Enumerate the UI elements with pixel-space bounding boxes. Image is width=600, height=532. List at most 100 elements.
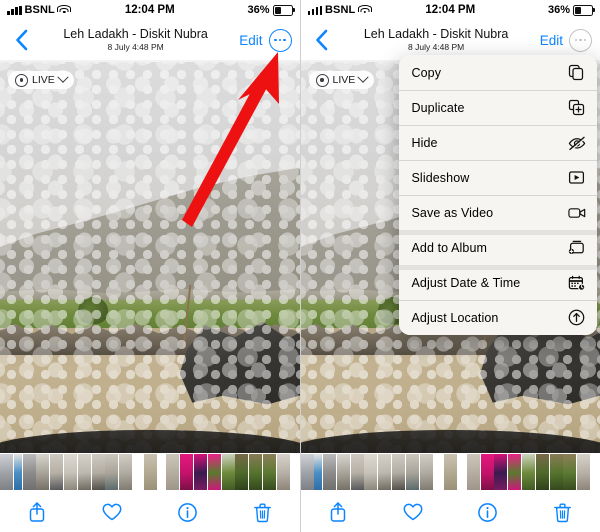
heart-icon[interactable] xyxy=(97,497,127,527)
ellipsis-circle-icon[interactable] xyxy=(268,28,292,52)
photo-viewer[interactable]: LIVE xyxy=(0,62,300,453)
filmstrip-thumbnail[interactable] xyxy=(105,454,119,490)
menu-item-slideshow[interactable]: Slideshow xyxy=(398,160,597,195)
filmstrip-thumbnail[interactable] xyxy=(221,454,235,490)
chevron-down-icon xyxy=(357,71,369,83)
edit-button[interactable]: Edit xyxy=(237,33,268,48)
menu-item-label: Adjust Date & Time xyxy=(411,275,521,290)
photo-raindrops xyxy=(0,62,300,453)
menu-item-add-to-album[interactable]: Add to Album xyxy=(398,230,597,265)
nav-bar: Leh Ladakh - Diskit Nubra 8 July 4:48 PM… xyxy=(0,20,300,60)
dual-screenshot-stage: BSNL 12:04 PM 36% Leh Ladakh - Diskit Nu… xyxy=(0,0,600,532)
context-menu[interactable]: Copy Duplicate Hide Slideshow Save as Video A… xyxy=(398,55,597,335)
filmstrip-thumbnail[interactable] xyxy=(458,454,467,490)
heart-icon[interactable] xyxy=(398,497,428,527)
filmstrip-thumbnail[interactable] xyxy=(262,454,276,490)
live-photo-badge[interactable]: LIVE xyxy=(8,71,74,89)
live-photo-icon xyxy=(315,73,329,87)
live-photo-label: LIVE xyxy=(332,74,356,86)
filmstrip-thumbnail[interactable] xyxy=(157,454,166,490)
filmstrip-thumbnail[interactable] xyxy=(143,454,157,490)
filmstrip-thumbnail[interactable] xyxy=(508,454,522,490)
filmstrip-thumbnail[interactable] xyxy=(549,454,563,490)
page-title: Leh Ladakh - Diskit Nubra xyxy=(63,27,208,42)
filmstrip-thumbnail[interactable] xyxy=(180,454,194,490)
filmstrip-thumbnail[interactable] xyxy=(419,454,433,490)
menu-item-label: Add to Album xyxy=(411,240,488,255)
filmstrip-thumbnail[interactable] xyxy=(249,454,263,490)
battery-icon xyxy=(272,4,295,16)
filmstrip-thumbnail[interactable] xyxy=(300,454,314,490)
bottom-toolbar xyxy=(300,491,600,532)
menu-item-label: Slideshow xyxy=(411,170,470,185)
filmstrip-thumbnail[interactable] xyxy=(36,454,50,490)
menu-item-label: Copy xyxy=(411,65,442,80)
menu-item-duplicate[interactable]: Duplicate xyxy=(398,90,597,125)
filmstrip-thumbnail[interactable] xyxy=(207,454,221,490)
filmstrip-thumbnail[interactable] xyxy=(13,454,22,490)
filmstrip-thumbnail[interactable] xyxy=(378,454,392,490)
filmstrip-thumbnail[interactable] xyxy=(405,454,419,490)
filmstrip-thumbnail[interactable] xyxy=(235,454,249,490)
status-bar-right: 36% xyxy=(548,4,595,16)
filmstrip-thumbnail[interactable] xyxy=(50,454,64,490)
menu-item-hide[interactable]: Hide xyxy=(398,125,597,160)
menu-item-adjust-date-time[interactable]: Adjust Date & Time xyxy=(398,265,597,300)
filmstrip-thumbnail[interactable] xyxy=(0,454,13,490)
filmstrip-thumbnail[interactable] xyxy=(563,454,577,490)
menu-item-save-as-video[interactable]: Save as Video xyxy=(398,195,597,230)
share-icon[interactable] xyxy=(22,497,52,527)
live-photo-label: LIVE xyxy=(32,74,55,86)
status-bar-left: BSNL xyxy=(307,4,372,16)
filmstrip-thumbnail[interactable] xyxy=(392,454,406,490)
edit-button[interactable]: Edit xyxy=(538,33,569,48)
video-camera-icon xyxy=(567,204,586,222)
filmstrip-thumbnail[interactable] xyxy=(535,454,549,490)
filmstrip-left[interactable] xyxy=(0,453,300,491)
live-photo-badge[interactable]: LIVE xyxy=(308,71,375,89)
filmstrip-thumbnail[interactable] xyxy=(480,454,494,490)
wifi-icon xyxy=(57,5,72,15)
filmstrip-thumbnail[interactable] xyxy=(364,454,378,490)
copy-icon xyxy=(568,64,586,82)
bottom-toolbar xyxy=(0,491,300,532)
carrier-label: BSNL xyxy=(24,4,55,16)
menu-item-label: Duplicate xyxy=(411,100,465,115)
trash-icon[interactable] xyxy=(548,497,578,527)
status-bar: BSNL 12:04 PM 36% xyxy=(301,0,600,20)
back-button[interactable] xyxy=(309,27,335,53)
add-to-album-icon xyxy=(568,239,586,257)
filmstrip-thumbnail[interactable] xyxy=(444,454,458,490)
filmstrip-right[interactable] xyxy=(300,453,600,491)
info-icon[interactable] xyxy=(172,497,202,527)
info-icon[interactable] xyxy=(473,497,503,527)
back-button[interactable] xyxy=(8,27,34,53)
filmstrip-thumbnail[interactable] xyxy=(63,454,77,490)
filmstrip-thumbnail[interactable] xyxy=(323,454,337,490)
filmstrip-thumbnail[interactable] xyxy=(22,454,36,490)
filmstrip-thumbnail[interactable] xyxy=(166,454,180,490)
share-icon[interactable] xyxy=(323,497,353,527)
status-bar-left: BSNL xyxy=(7,4,72,16)
menu-item-adjust-location[interactable]: Adjust Location xyxy=(398,300,597,335)
filmstrip-thumbnail[interactable] xyxy=(77,454,91,490)
filmstrip-thumbnail[interactable] xyxy=(119,454,133,490)
filmstrip-thumbnail[interactable] xyxy=(433,454,444,490)
filmstrip-thumbnail[interactable] xyxy=(132,454,143,490)
duplicate-icon xyxy=(568,99,586,117)
filmstrip-thumbnail[interactable] xyxy=(494,454,508,490)
filmstrip-thumbnail[interactable] xyxy=(336,454,350,490)
menu-item-copy[interactable]: Copy xyxy=(398,55,597,90)
filmstrip-thumbnail[interactable] xyxy=(276,454,290,490)
trash-icon[interactable] xyxy=(247,497,277,527)
filmstrip-thumbnail[interactable] xyxy=(466,454,480,490)
filmstrip-thumbnail[interactable] xyxy=(522,454,536,490)
filmstrip-thumbnail[interactable] xyxy=(577,454,591,490)
filmstrip-thumbnail[interactable] xyxy=(350,454,364,490)
phone-screen-left: BSNL 12:04 PM 36% Leh Ladakh - Diskit Nu… xyxy=(0,0,300,532)
filmstrip-thumbnail[interactable] xyxy=(91,454,105,490)
ellipsis-circle-icon[interactable] xyxy=(569,28,592,52)
nav-bar: Leh Ladakh - Diskit Nubra 8 July 4:48 PM… xyxy=(300,20,600,60)
filmstrip-thumbnail[interactable] xyxy=(193,454,207,490)
filmstrip-thumbnail[interactable] xyxy=(314,454,323,490)
